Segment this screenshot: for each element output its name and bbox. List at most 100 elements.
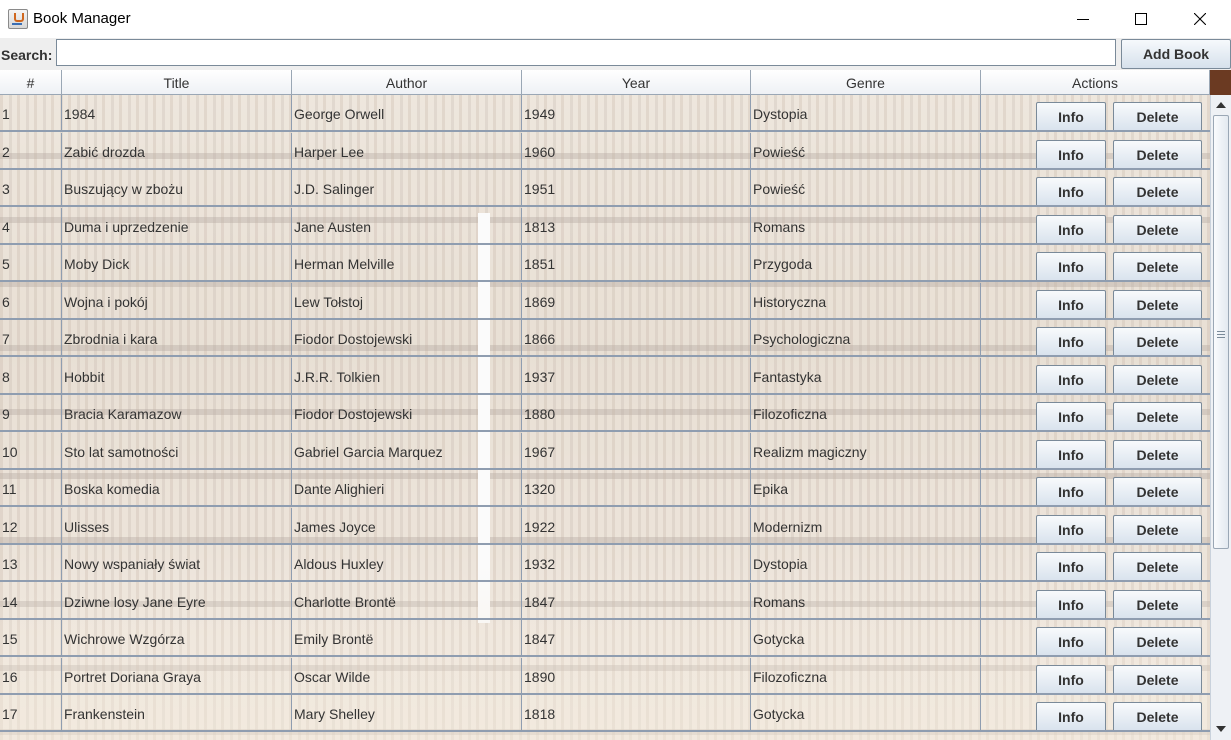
cell-year: 1866	[522, 320, 751, 357]
delete-button[interactable]: Delete	[1113, 327, 1202, 357]
table-row[interactable]: 16 Portret Doriana Graya Oscar Wilde 1890 Fi…	[0, 657, 1210, 695]
info-button[interactable]: Info	[1036, 289, 1106, 320]
cell-year: 1890	[522, 657, 751, 695]
cell-number: 11	[0, 470, 62, 507]
scroll-thumb[interactable]	[1213, 115, 1229, 549]
column-header-title[interactable]: Title	[62, 70, 292, 95]
table-row[interactable]: 4 Duma i uprzedzenie Jane Austen 1813 Romans…	[0, 207, 1210, 245]
table-row[interactable]: 10 Sto lat samotności Gabriel Garcia Marqu…	[0, 432, 1210, 470]
search-label: Search:	[1, 47, 53, 63]
cell-title: Ulisses	[62, 507, 292, 545]
cell-year: 1869	[522, 282, 751, 320]
vertical-scrollbar[interactable]	[1210, 95, 1231, 740]
scroll-down-button[interactable]	[1211, 720, 1231, 737]
cell-title: Buszujący w zbożu	[62, 170, 292, 207]
cell-number: 17	[0, 695, 62, 732]
table-row[interactable]: 2 Zabić drozda Harper Lee 1960 Powieść Info De…	[0, 132, 1210, 170]
info-button[interactable]: Info	[1036, 477, 1106, 507]
cell-title: Boska komedia	[62, 470, 292, 507]
info-button[interactable]: Info	[1036, 102, 1106, 132]
cell-genre: Dystopia	[751, 545, 981, 582]
cell-title: Wojna i pokój	[62, 282, 292, 320]
column-header-author[interactable]: Author	[292, 70, 522, 95]
cell-number: 1	[0, 95, 62, 132]
cell-title: Zabić drozda	[62, 132, 292, 170]
delete-button[interactable]: Delete	[1113, 102, 1202, 132]
cell-number: 15	[0, 620, 62, 657]
info-button[interactable]: Info	[1036, 402, 1106, 432]
table-row[interactable]: 5 Moby Dick Herman Melville 1851 Przygoda Inf…	[0, 245, 1210, 282]
delete-button[interactable]: Delete	[1113, 514, 1202, 545]
info-button[interactable]: Info	[1036, 439, 1106, 470]
delete-button[interactable]: Delete	[1113, 627, 1202, 657]
column-header-number[interactable]: #	[0, 70, 62, 95]
info-button[interactable]: Info	[1036, 627, 1106, 657]
table-row[interactable]: 12 Ulisses James Joyce 1922 Modernizm Info Del…	[0, 507, 1210, 545]
chevron-down-icon	[1216, 725, 1226, 732]
delete-button[interactable]: Delete	[1113, 252, 1202, 282]
cell-author: Fiodor Dostojewski	[292, 395, 522, 432]
cell-year: 1960	[522, 132, 751, 170]
table-row[interactable]: 17 Frankenstein Mary Shelley 1818 Gotycka Inf…	[0, 695, 1210, 732]
add-book-button[interactable]: Add Book	[1121, 39, 1231, 69]
delete-button[interactable]: Delete	[1113, 402, 1202, 432]
delete-button[interactable]: Delete	[1113, 477, 1202, 507]
scroll-up-button[interactable]	[1211, 96, 1231, 113]
delete-button[interactable]: Delete	[1113, 589, 1202, 620]
column-header-genre[interactable]: Genre	[751, 70, 981, 95]
table-row[interactable]: 6 Wojna i pokój Lew Tołstoj 1869 Historyczna…	[0, 282, 1210, 320]
info-button[interactable]: Info	[1036, 252, 1106, 282]
delete-button[interactable]: Delete	[1113, 214, 1202, 245]
info-button[interactable]: Info	[1036, 214, 1106, 245]
table-row[interactable]: 13 Nowy wspaniały świat Aldous Huxley 1932 D…	[0, 545, 1210, 582]
cell-author: J.D. Salinger	[292, 170, 522, 207]
delete-button[interactable]: Delete	[1113, 289, 1202, 320]
cell-genre: Gotycka	[751, 695, 981, 732]
cell-genre: Romans	[751, 582, 981, 620]
info-button[interactable]: Info	[1036, 552, 1106, 582]
column-header-actions[interactable]: Actions	[981, 70, 1210, 95]
scrollbar-corner	[1210, 70, 1231, 95]
info-button[interactable]: Info	[1036, 702, 1106, 732]
table-row[interactable]: 11 Boska komedia Dante Alighieri 1320 Epika I…	[0, 470, 1210, 507]
cell-title: Sto lat samotności	[62, 432, 292, 470]
table-row[interactable]: 9 Bracia Karamazow Fiodor Dostojewski 1880 F…	[0, 395, 1210, 432]
cell-year: 1932	[522, 545, 751, 582]
cell-author: Charlotte Brontë	[292, 582, 522, 620]
cell-genre: Realizm magiczny	[751, 432, 981, 470]
column-header-year[interactable]: Year	[522, 70, 751, 95]
delete-button[interactable]: Delete	[1113, 364, 1202, 395]
info-button[interactable]: Info	[1036, 177, 1106, 207]
cell-author: J.R.R. Tolkien	[292, 357, 522, 395]
cell-genre: Fantastyka	[751, 357, 981, 395]
close-button[interactable]	[1171, 0, 1229, 38]
table-row[interactable]: 3 Buszujący w zbożu J.D. Salinger 1951 Powie…	[0, 170, 1210, 207]
info-button[interactable]: Info	[1036, 664, 1106, 695]
info-button[interactable]: Info	[1036, 364, 1106, 395]
table-row[interactable]: 1 1984 George Orwell 1949 Dystopia Info Delete	[0, 95, 1210, 132]
delete-button[interactable]: Delete	[1113, 439, 1202, 470]
cell-author: Gabriel Garcia Marquez	[292, 432, 522, 470]
search-input[interactable]	[56, 39, 1116, 66]
cell-number: 9	[0, 395, 62, 432]
table-row[interactable]: 8 Hobbit J.R.R. Tolkien 1937 Fantastyka Info D…	[0, 357, 1210, 395]
info-button[interactable]: Info	[1036, 327, 1106, 357]
delete-button[interactable]: Delete	[1113, 702, 1202, 732]
search-bar: Search: Add Book	[0, 38, 1231, 70]
cell-title: Hobbit	[62, 357, 292, 395]
table-row[interactable]: 14 Dziwne losy Jane Eyre Charlotte Brontë 1…	[0, 582, 1210, 620]
info-button[interactable]: Info	[1036, 514, 1106, 545]
cell-author: George Orwell	[292, 95, 522, 132]
cell-title: Frankenstein	[62, 695, 292, 732]
delete-button[interactable]: Delete	[1113, 664, 1202, 695]
info-button[interactable]: Info	[1036, 589, 1106, 620]
cell-title: Zbrodnia i kara	[62, 320, 292, 357]
delete-button[interactable]: Delete	[1113, 177, 1202, 207]
table-row[interactable]: 15 Wichrowe Wzgórza Emily Brontë 1847 Gotyck…	[0, 620, 1210, 657]
table-row[interactable]: 7 Zbrodnia i kara Fiodor Dostojewski 1866 Ps…	[0, 320, 1210, 357]
info-button[interactable]: Info	[1036, 139, 1106, 170]
delete-button[interactable]: Delete	[1113, 139, 1202, 170]
minimize-button[interactable]	[1054, 0, 1112, 38]
delete-button[interactable]: Delete	[1113, 552, 1202, 582]
maximize-button[interactable]	[1112, 0, 1170, 38]
